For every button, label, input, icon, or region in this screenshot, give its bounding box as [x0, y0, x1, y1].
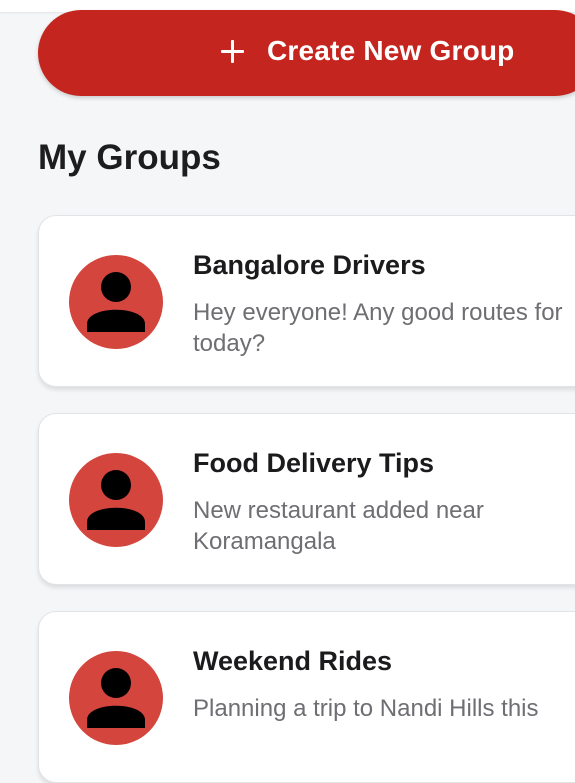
group-name: Bangalore Drivers [193, 250, 426, 280]
group-avatar [69, 651, 163, 745]
group-last-message: Planning a trip to Nandi Hills this [193, 695, 539, 722]
person-icon [87, 668, 145, 728]
create-group-label: Create New Group [267, 35, 515, 66]
plus-icon [219, 38, 247, 66]
group-avatar [69, 453, 163, 547]
group-card[interactable]: Bangalore Drivers Hey everyone! Any good… [38, 215, 575, 387]
person-icon [87, 272, 145, 332]
group-card[interactable]: Weekend Rides Planning a trip to Nandi H… [38, 611, 575, 783]
create-group-button[interactable]: Create New Group [38, 10, 575, 96]
section-title: My Groups [38, 138, 221, 177]
group-name: Food Delivery Tips [193, 448, 435, 478]
group-avatar [69, 255, 163, 349]
group-card[interactable]: Food Delivery Tips New restaurant added … [38, 413, 575, 585]
group-last-message: Hey everyone! Any good routes for today? [193, 299, 563, 357]
person-icon [87, 470, 145, 530]
group-name: Weekend Rides [193, 646, 393, 676]
group-last-message: New restaurant added near Koramangala [193, 497, 484, 555]
